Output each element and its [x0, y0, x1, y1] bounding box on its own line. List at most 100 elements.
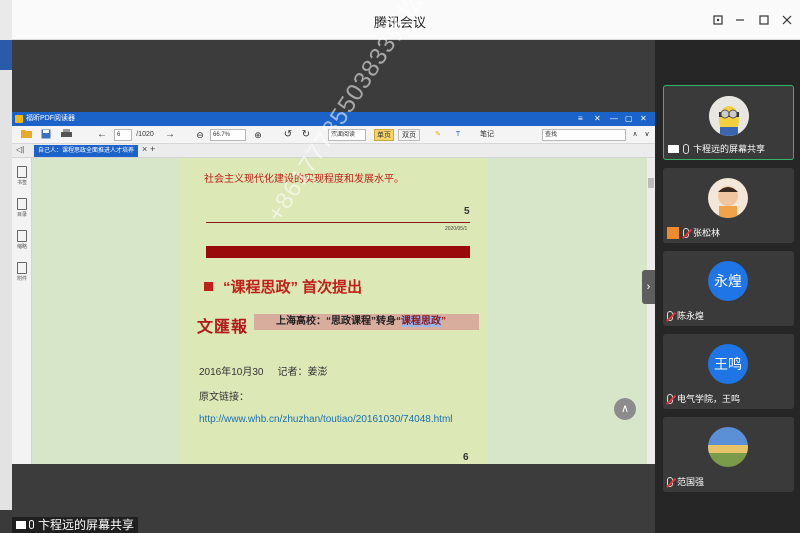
pdf-reader-window: 福昕PDF阅读器 ≡ ✕ — ▢ ✕ ← 6 /1020 → ⊖ 66.7% ⊕…	[12, 112, 655, 464]
child-avatar	[708, 178, 748, 218]
participant-name: 陈永煌	[667, 309, 704, 323]
participant-list: 卞程远的屏幕共享 张松林 永煌 陈永煌 王鸣 电气学院，王鸣 范国强	[655, 40, 800, 533]
scroll-to-top-button[interactable]: ∧	[614, 398, 636, 420]
participant-name: 卞程远的屏幕共享	[668, 142, 765, 156]
single-page-button[interactable]: 单页	[374, 129, 394, 141]
headline-suffix: ”	[441, 316, 446, 327]
participant-name: 电气学院，王鸣	[667, 392, 740, 406]
pdf-scrollbar[interactable]	[647, 158, 655, 464]
close-icon[interactable]	[775, 8, 799, 32]
collapse-panel-handle[interactable]: ›	[642, 270, 655, 304]
participant-tile[interactable]: 永煌 陈永煌	[663, 251, 794, 326]
participant-tile[interactable]: 范国强	[663, 417, 794, 492]
bookmark-panel-button[interactable]: 书签	[15, 166, 29, 186]
meeting-window: 腾讯会议 福昕PDF阅读器 ≡ ✕ — ▢ ✕ ← 6 /1020 → ⊖ 66…	[0, 0, 800, 533]
screen-share-icon	[16, 521, 26, 529]
participant-tile[interactable]: 王鸣 电气学院，王鸣	[663, 334, 794, 409]
page-date: 2020/05/1	[445, 226, 468, 232]
page-divider	[206, 222, 470, 223]
tab-close-icon[interactable]: ×	[142, 144, 147, 154]
text-icon[interactable]: T	[452, 129, 464, 141]
maximize-icon[interactable]	[752, 8, 776, 32]
avatar: 永煌	[708, 261, 748, 301]
bookmark-icon	[17, 166, 27, 178]
search-input[interactable]: 查找	[542, 129, 626, 141]
headline-highlight: 课程思政	[401, 316, 441, 327]
bullet-square	[204, 282, 213, 291]
pdf-body: 书签 目录 缩略 附件 社会主义现代化建设的实现程度和发展水平。 5 2020/…	[12, 158, 655, 464]
attachment-panel-button[interactable]: 附件	[15, 262, 29, 282]
participant-name: 张松林	[667, 226, 720, 240]
side-tool-label: 附件	[16, 276, 27, 282]
participant-tile[interactable]: 卞程远的屏幕共享	[663, 85, 794, 160]
desktop-edge	[0, 40, 12, 510]
side-tool-label: 缩略	[16, 244, 27, 250]
landscape-avatar	[708, 427, 748, 467]
pdf-maximize-icon[interactable]: ▢	[625, 112, 633, 126]
mic-muted-icon	[683, 228, 689, 238]
page-number-input[interactable]: 6	[114, 129, 132, 141]
headline-prefix: 上海高校：“思政课程”转身“	[276, 316, 401, 327]
article-date: 2016年10月30	[199, 367, 264, 378]
mic-muted-icon	[667, 394, 673, 404]
host-icon	[667, 227, 679, 239]
avatar: 王鸣	[708, 344, 748, 384]
sharer-label-text: 卞程远的屏幕共享	[38, 518, 135, 532]
page-total: /1020	[136, 131, 154, 138]
search-up-icon[interactable]: ∧	[630, 129, 640, 141]
participant-name-text: 张松林	[693, 228, 721, 238]
article-headline: 上海高校：“思政课程”转身“课程思政”	[254, 314, 479, 330]
desktop-edge-accent	[0, 40, 12, 70]
highlight-icon[interactable]: ✎	[432, 129, 444, 141]
thumbnail-icon	[17, 230, 27, 242]
pdf-app-title: 福昕PDF阅读器	[26, 115, 75, 122]
screen-share-icon	[668, 145, 679, 153]
participant-name-text: 范国强	[677, 477, 705, 487]
mic-muted-icon	[667, 311, 673, 321]
thumbnail-panel-button[interactable]: 缩略	[15, 230, 29, 250]
rotate-left-icon[interactable]: ↺	[282, 129, 294, 141]
side-tool-label: 书签	[16, 180, 27, 186]
mic-muted-icon	[667, 477, 673, 487]
print-icon[interactable]	[60, 129, 72, 141]
mic-icon	[29, 520, 34, 529]
toc-icon	[17, 198, 27, 210]
article-meta: 2016年10月30 记者：姜澎	[199, 363, 328, 378]
pdf-close-doc-icon[interactable]: ✕	[594, 112, 601, 126]
minion-avatar	[709, 96, 749, 136]
sharer-label: 卞程远的屏幕共享	[12, 517, 139, 533]
pdf-close-icon[interactable]: ✕	[640, 112, 647, 126]
original-link-label: 原文链接：	[199, 392, 249, 403]
minimize-icon[interactable]	[728, 8, 752, 32]
pdf-page: 社会主义现代化建设的实现程度和发展水平。 5 2020/05/1 “课程思政” …	[179, 158, 487, 464]
save-icon[interactable]	[40, 129, 52, 141]
search-down-icon[interactable]: ∨	[642, 129, 652, 141]
prev-page-icon[interactable]: ←	[96, 129, 108, 141]
red-banner-bar	[206, 246, 470, 258]
toc-panel-button[interactable]: 目录	[15, 198, 29, 218]
participant-tile[interactable]: 张松林	[663, 168, 794, 243]
section-heading: “课程思政” 首次提出	[204, 276, 362, 297]
zoom-in-icon[interactable]: ⊕	[252, 129, 264, 141]
tabs-back-icon[interactable]: ◁|	[16, 145, 24, 154]
new-tab-icon[interactable]: +	[150, 144, 155, 154]
attachment-icon	[17, 262, 27, 274]
article-link[interactable]: http://www.whb.cn/zhuzhan/toutiao/201610…	[199, 414, 453, 425]
double-page-button[interactable]: 双页	[398, 129, 420, 141]
pdf-minimize-icon[interactable]: —	[610, 112, 618, 126]
page-number: 6	[463, 452, 469, 463]
next-page-icon[interactable]: →	[164, 129, 176, 141]
side-tool-label: 目录	[16, 212, 27, 218]
open-folder-icon[interactable]	[20, 129, 32, 141]
participant-name: 范国强	[667, 475, 704, 489]
pin-icon[interactable]	[706, 8, 730, 32]
scrollbar-thumb[interactable]	[648, 178, 654, 188]
page-number: 5	[464, 206, 470, 217]
document-tab[interactable]: 自己人：课程思政全面推进人才培养	[34, 145, 138, 157]
participant-name-text: 陈永煌	[677, 311, 705, 321]
mic-icon	[683, 144, 689, 154]
zoom-out-icon[interactable]: ⊖	[194, 129, 206, 141]
zoom-select[interactable]: 66.7%	[210, 129, 246, 141]
note-button[interactable]: 笔记	[472, 129, 502, 141]
pdf-settings-icon[interactable]: ≡	[578, 112, 583, 126]
